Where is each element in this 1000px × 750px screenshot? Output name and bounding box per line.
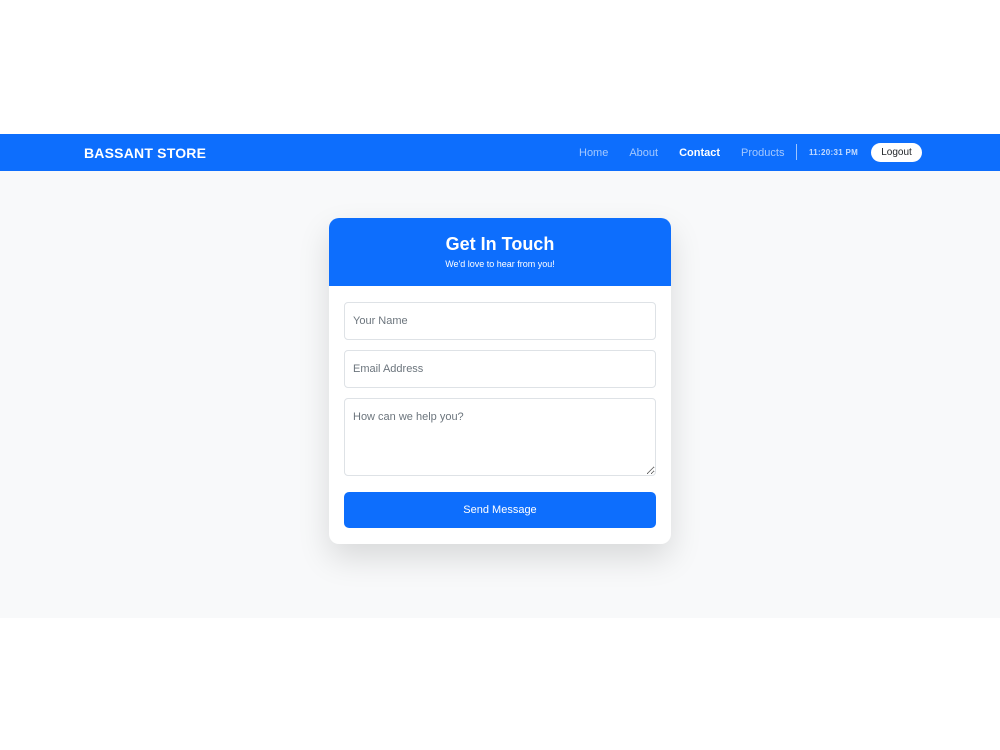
nav-link-products[interactable]: Products	[741, 147, 784, 159]
send-message-button[interactable]: Send Message	[344, 492, 656, 528]
nav-divider	[796, 144, 797, 160]
email-input[interactable]	[344, 350, 656, 388]
clock-display: 11:20:31 PM	[809, 148, 859, 157]
message-textarea[interactable]	[344, 398, 656, 476]
brand-logo[interactable]: BASSANT STORE	[84, 134, 206, 171]
nav-link-home[interactable]: Home	[579, 147, 608, 159]
contact-card-header: Get In Touch We'd love to hear from you!	[329, 218, 671, 286]
logout-button[interactable]: Logout	[871, 143, 922, 162]
contact-subtitle: We'd love to hear from you!	[445, 259, 555, 269]
contact-card: Get In Touch We'd love to hear from you!…	[329, 218, 671, 544]
nav-link-contact[interactable]: Contact	[679, 147, 720, 159]
nav-link-about[interactable]: About	[629, 147, 658, 159]
name-input[interactable]	[344, 302, 656, 340]
contact-title: Get In Touch	[445, 234, 555, 254]
nav-links: Home About Contact Products	[579, 134, 805, 171]
